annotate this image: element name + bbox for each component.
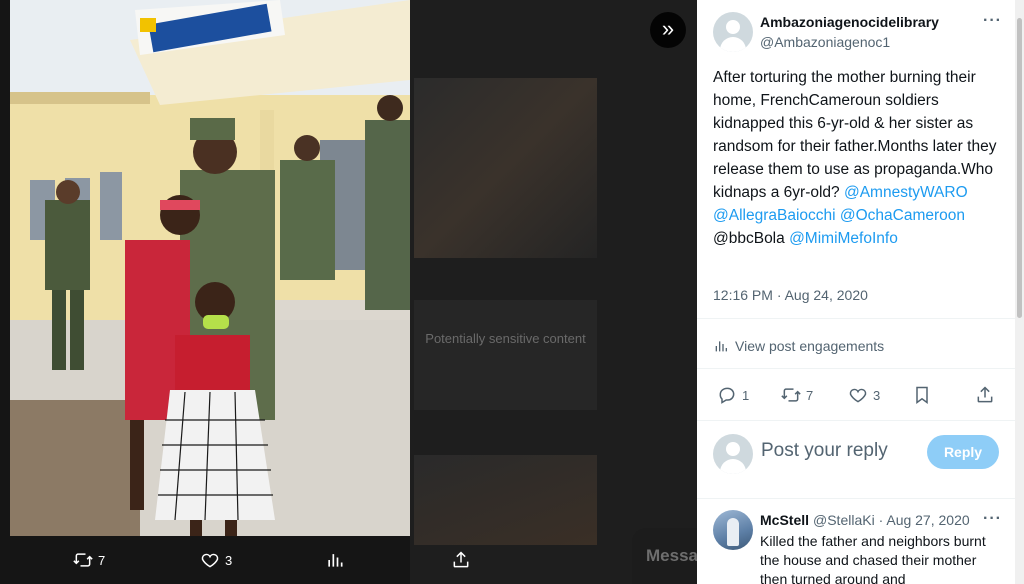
more-dots-icon: ···: [983, 510, 1002, 527]
collapse-panel-button[interactable]: »: [650, 12, 686, 48]
media-share-button[interactable]: [451, 548, 471, 572]
reply-count: 1: [742, 387, 750, 403]
analytics-icon: [715, 341, 727, 352]
like-action-button[interactable]: 3: [848, 383, 880, 407]
double-chevron-right-icon: »: [661, 16, 675, 41]
heart-icon: [201, 553, 219, 568]
media-retweet-button[interactable]: 7: [73, 548, 105, 572]
author-handle[interactable]: @Ambazoniagenoc1: [760, 34, 890, 50]
retweet-action-button[interactable]: 7: [781, 383, 813, 407]
tweet-body: After torturing the mother burning their…: [713, 69, 997, 201]
reply-author-name[interactable]: McStell: [760, 512, 809, 528]
divider: [697, 368, 1015, 369]
heart-icon: [849, 388, 867, 403]
background-image: [414, 78, 597, 258]
reply-bubble-icon: [719, 387, 735, 404]
reply-more-button[interactable]: ···: [983, 510, 1002, 528]
mention-link[interactable]: @AllegraBaiocchi: [713, 207, 836, 224]
media-retweet-count: 7: [98, 552, 106, 568]
media-views-button[interactable]: [325, 548, 345, 572]
tweet-more-button[interactable]: ···: [983, 12, 1002, 30]
photo-illustration: [10, 0, 410, 536]
mention-link[interactable]: @AmnestyWARO: [844, 184, 968, 201]
background-image: [414, 455, 597, 545]
media-like-count: 3: [225, 552, 233, 568]
reply-submit-button[interactable]: Reply: [927, 435, 999, 469]
more-dots-icon: ···: [983, 12, 1002, 29]
analytics-icon: [328, 554, 343, 567]
tweet-action-bar: 1 7 3: [697, 383, 1015, 407]
bookmark-action-button[interactable]: [912, 383, 932, 407]
reply-author-handle-date[interactable]: @StellaKi · Aug 27, 2020: [813, 512, 970, 528]
tweet-timestamp[interactable]: 12:16 PM · Aug 24, 2020: [713, 287, 868, 303]
reply-action-button[interactable]: 1: [717, 383, 749, 407]
author-avatar[interactable]: [713, 12, 753, 52]
panel-scrollbar[interactable]: [1015, 0, 1024, 584]
view-engagements-label: View post engagements: [735, 338, 885, 354]
reply-text: Killed the father and neighbors burnt th…: [760, 533, 986, 584]
reply-input[interactable]: Post your reply: [761, 440, 888, 462]
tweet-text: After torturing the mother burning their…: [713, 66, 1009, 250]
author-name[interactable]: Ambazoniagenocidelibrary: [760, 14, 939, 30]
retweet-icon: [73, 553, 93, 567]
media-viewer: Potentially sensitive content Messages: [0, 0, 697, 584]
divider: [697, 498, 1015, 499]
tweet-photo[interactable]: [10, 0, 410, 536]
mention-link[interactable]: @bbcBola: [713, 230, 785, 247]
divider: [697, 420, 1015, 421]
current-user-avatar[interactable]: [713, 434, 753, 474]
share-icon: [977, 386, 993, 403]
bookmark-icon: [916, 386, 928, 404]
media-like-button[interactable]: 3: [200, 548, 232, 572]
share-icon: [453, 551, 469, 568]
retweet-icon: [781, 388, 801, 402]
scrollbar-thumb[interactable]: [1017, 18, 1022, 318]
like-count: 3: [873, 387, 881, 403]
mention-link[interactable]: @MimiMefoInfo: [789, 230, 898, 247]
view-engagements-link[interactable]: View post engagements: [713, 338, 884, 354]
background-sensitive-notice: Potentially sensitive content: [414, 300, 597, 410]
retweet-count: 7: [806, 387, 814, 403]
mention-link[interactable]: @OchaCameroon: [840, 207, 965, 224]
media-action-bar: 7 3: [0, 536, 697, 584]
divider: [697, 318, 1015, 319]
share-action-button[interactable]: [975, 383, 995, 407]
reply-author-avatar[interactable]: [713, 510, 753, 550]
